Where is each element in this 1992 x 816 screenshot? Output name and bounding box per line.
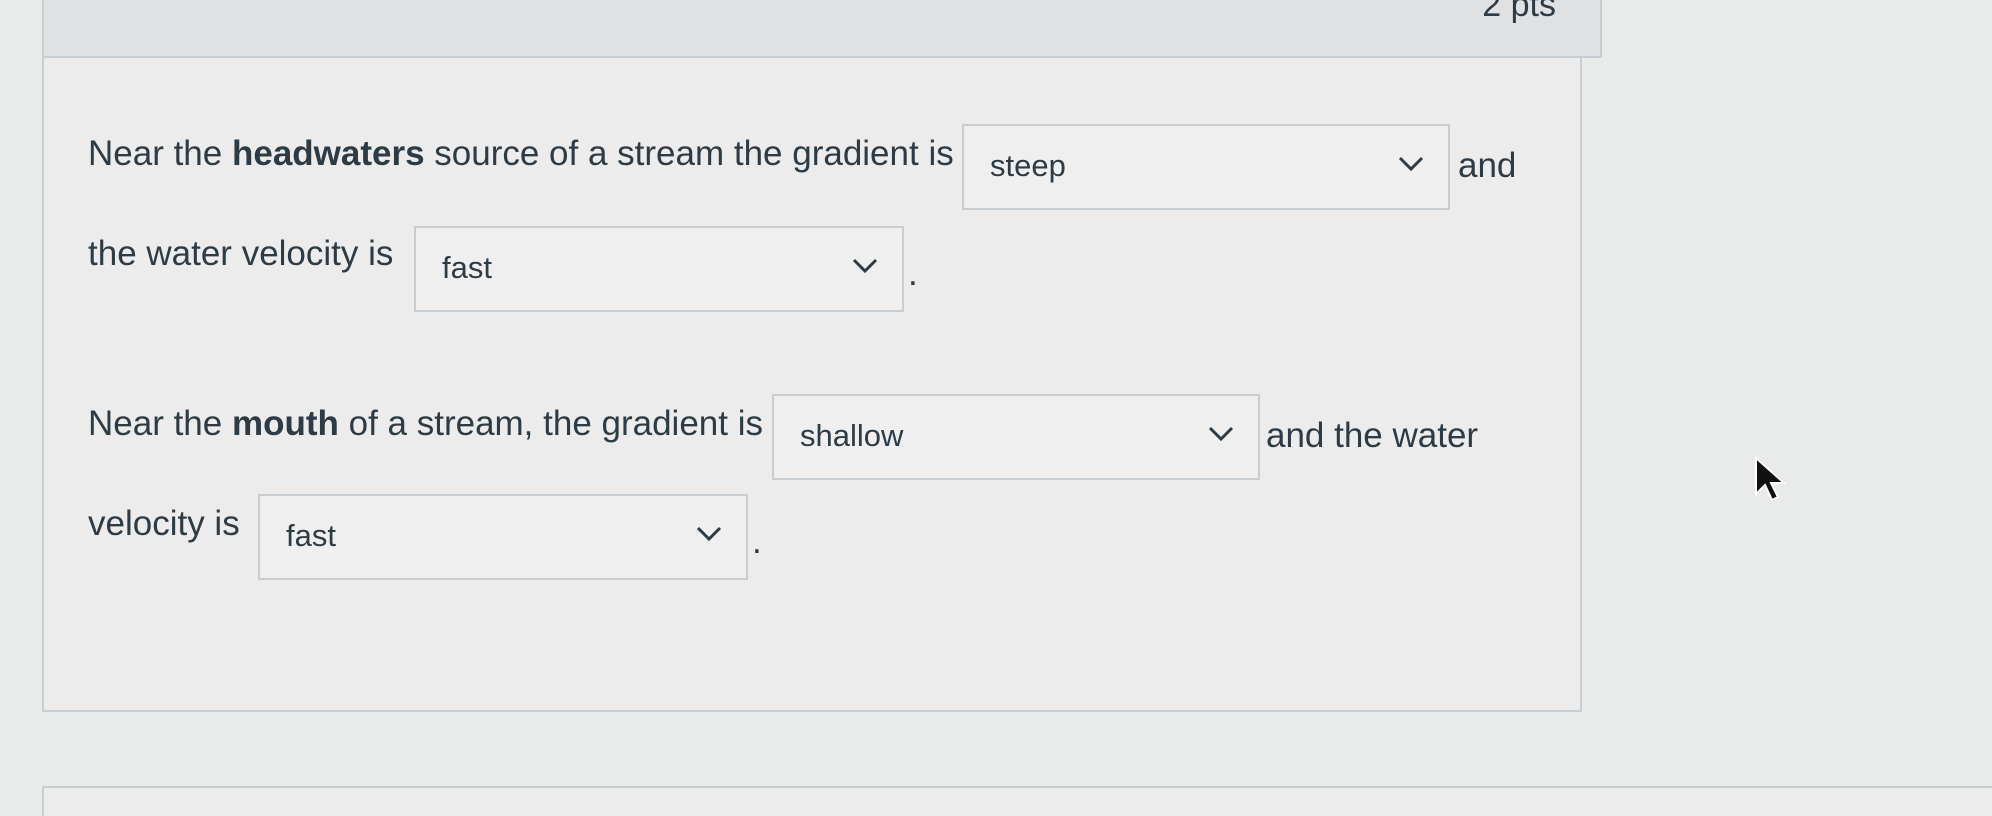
velocity-headwaters-select[interactable]: fast <box>414 226 904 312</box>
chevron-down-icon <box>1208 426 1234 442</box>
velocity-mouth-select[interactable]: fast <box>258 494 748 580</box>
question-body: Near the headwaters source of a stream t… <box>42 58 1582 712</box>
next-question-panel <box>42 786 1992 816</box>
sentence2-and-the-water: and the water <box>1266 416 1479 455</box>
question-header: 2 pts <box>42 0 1602 58</box>
chevron-down-icon <box>1398 156 1424 172</box>
chevron-down-icon <box>852 258 878 274</box>
sentence2-text: Near the mouth of a stream, the gradient… <box>88 404 763 444</box>
sentence2-period: . <box>752 522 762 561</box>
gradient-headwaters-select[interactable]: steep <box>962 124 1450 210</box>
sentence2-prefix: Near the <box>88 404 232 443</box>
sentence1-period: . <box>908 254 918 293</box>
sentence1-headwaters-bold: headwaters <box>231 134 425 173</box>
sentence1-and: and <box>1458 146 1517 185</box>
velocity-mouth-value: fast <box>286 518 336 553</box>
velocity-headwaters-value: fast <box>442 250 492 285</box>
gradient-mouth-value: shallow <box>800 418 904 453</box>
mouse-pointer-icon <box>1755 456 1787 502</box>
gradient-headwaters-value: steep <box>990 148 1066 183</box>
sentence2-suffix: of a stream, the gradient is <box>338 404 763 443</box>
question-points: 2 pts <box>1482 0 1556 24</box>
sentence1-text: Near the headwaters source of a stream t… <box>88 134 954 174</box>
sentence2-mouth-bold: mouth <box>231 404 339 443</box>
gradient-mouth-select[interactable]: shallow <box>772 394 1260 480</box>
sentence1-line2-text: the water velocity is <box>88 234 394 273</box>
chevron-down-icon <box>696 526 722 542</box>
sentence2-line2-text: velocity is <box>88 504 240 543</box>
sentence1-prefix: Near the <box>88 134 232 173</box>
sentence1-suffix: source of a stream the gradient is <box>424 134 954 173</box>
